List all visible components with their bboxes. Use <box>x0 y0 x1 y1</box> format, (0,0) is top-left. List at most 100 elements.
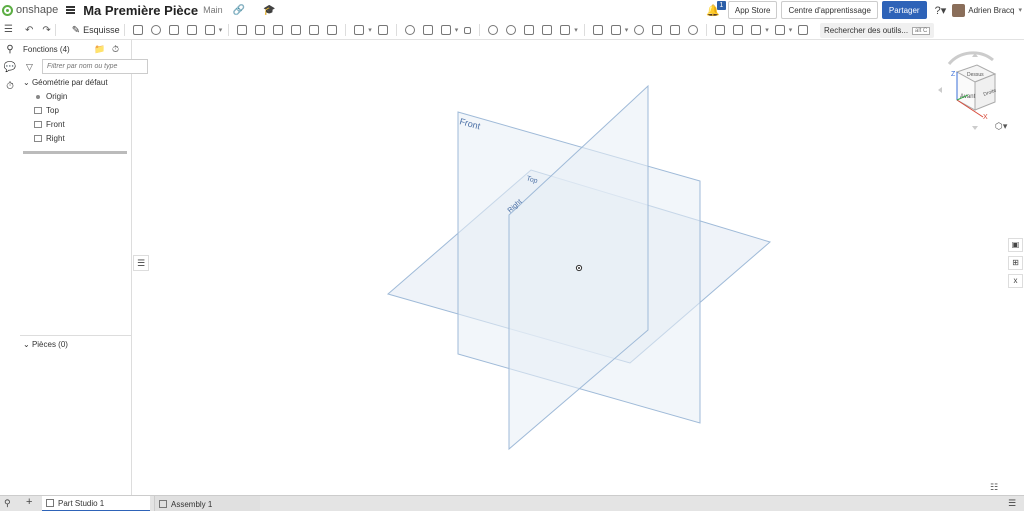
feature-list-icon[interactable]: ☰ <box>4 24 13 35</box>
chevron-down-icon[interactable]: ▾ <box>219 26 223 34</box>
draft-tool-icon[interactable] <box>273 25 284 35</box>
chevron-down-icon[interactable]: ▾ <box>368 26 372 34</box>
rotate-left-arrow-icon[interactable] <box>938 87 942 93</box>
point-tool-icon[interactable] <box>524 25 535 35</box>
user-name[interactable]: Adrien Bracq <box>968 6 1014 15</box>
sketch-label: Esquisse <box>83 25 120 35</box>
delete-part-tool-icon[interactable] <box>464 26 472 34</box>
chevron-down-icon[interactable]: ▾ <box>625 26 629 34</box>
notification-badge: 1 <box>716 0 726 10</box>
appearance-panel-icon[interactable]: ▣ <box>1008 238 1023 252</box>
wrap-tool-icon[interactable] <box>774 25 785 35</box>
filter-icon[interactable]: ▽ <box>26 62 33 73</box>
undo-icon[interactable]: ↶ <box>25 25 33 36</box>
plane-tool-icon[interactable] <box>542 25 553 35</box>
chamfer-tool-icon[interactable] <box>255 25 266 35</box>
bill-of-materials-icon[interactable]: ☷ <box>990 482 998 493</box>
learning-cap-icon[interactable]: 🎓 <box>263 5 275 16</box>
fit-spline-tool-icon[interactable] <box>506 25 517 35</box>
tree-item-label: Right <box>46 134 65 143</box>
add-custom-feature-icon[interactable] <box>798 25 809 35</box>
sheet-metal-tool-icon[interactable] <box>592 25 603 35</box>
tree-item-front[interactable]: Front <box>34 120 65 129</box>
display-tool-icon[interactable] <box>688 25 699 35</box>
toolbar-divider <box>123 24 125 36</box>
offset-surface-tool-icon[interactable] <box>733 25 744 35</box>
menu-icon[interactable] <box>66 6 76 14</box>
boolean-tool-icon[interactable] <box>404 25 415 35</box>
notifications-icon[interactable]: 🔔 1 <box>706 0 726 17</box>
tree-item-label: Top <box>46 106 59 115</box>
thicken-tool-icon[interactable] <box>204 25 215 35</box>
default-planes[interactable]: Front Top Right <box>133 40 1024 495</box>
configuration-panel-icon[interactable]: ⊞ <box>1008 256 1023 270</box>
chevron-down-icon[interactable]: ⌄ <box>23 78 30 87</box>
variable-panel-icon[interactable]: x <box>1008 274 1023 288</box>
section-tool-icon[interactable] <box>652 25 663 35</box>
tree-item-origin[interactable]: Origin <box>34 92 67 101</box>
app-store-button[interactable]: App Store <box>727 1 778 19</box>
chevron-down-icon[interactable]: ▾ <box>765 26 769 34</box>
sweep-tool-icon[interactable] <box>168 25 179 35</box>
chevron-down-icon[interactable]: ▾ <box>455 26 459 34</box>
onshape-logo[interactable]: onshape <box>2 4 58 16</box>
rotate-down-arrow-icon[interactable] <box>972 126 978 130</box>
add-folder-icon[interactable]: 📁 <box>94 44 105 55</box>
tab-search-icon[interactable]: ⚲ <box>4 498 11 509</box>
tab-label: Assembly 1 <box>171 499 213 509</box>
shell-tool-icon[interactable] <box>309 25 320 35</box>
comments-icon[interactable]: 💬 <box>3 62 17 74</box>
derived-tool-icon[interactable] <box>715 25 726 35</box>
feature-tree-toggle-icon[interactable]: ⚲ <box>3 44 17 56</box>
rib-tool-icon[interactable] <box>291 25 302 35</box>
tree-item-label: Origin <box>46 92 68 101</box>
variable-tool-icon[interactable] <box>610 25 621 35</box>
loft-tool-icon[interactable] <box>186 25 197 35</box>
sketch-button[interactable]: ✎ Esquisse <box>72 25 120 36</box>
search-tools-input[interactable]: Rechercher des outils... alt C <box>820 23 935 38</box>
redo-icon[interactable]: ↷ <box>42 25 50 36</box>
document-title[interactable]: Ma Première Pièce <box>83 3 198 18</box>
hole-tool-icon[interactable] <box>327 25 338 35</box>
chevron-down-icon[interactable]: ▾ <box>789 26 793 34</box>
fillet-tool-icon[interactable] <box>237 25 248 35</box>
help-icon[interactable]: ?▾ <box>935 4 947 17</box>
replace-face-tool-icon[interactable] <box>751 25 762 35</box>
graphics-viewport[interactable]: Front Top Right <box>133 40 1024 495</box>
learning-center-button[interactable]: Centre d'apprentissage <box>781 1 878 19</box>
helix-tool-icon[interactable] <box>488 25 499 35</box>
split-tool-icon[interactable] <box>422 25 433 35</box>
rollback-bar[interactable] <box>23 151 127 154</box>
tab-part-studio-1[interactable]: Part Studio 1 <box>42 496 150 511</box>
panel-divider[interactable] <box>20 335 132 336</box>
chevron-down-icon[interactable]: ⌄ <box>23 340 30 349</box>
chevron-down-icon[interactable]: ▾ <box>574 26 578 34</box>
feature-toolbar: ☰ ↶ ↷ ✎ Esquisse ▾ ▾ ▾ ▾ ▾ ▾ ▾ Recherche… <box>0 21 1024 40</box>
pattern-tool-icon[interactable] <box>354 25 365 35</box>
avatar[interactable] <box>952 3 966 17</box>
revolve-tool-icon[interactable] <box>150 25 161 35</box>
tab-list-icon[interactable]: ☰ <box>1008 498 1016 509</box>
parts-group[interactable]: ⌄ Pièces (0) <box>23 340 68 349</box>
branch-label[interactable]: Main <box>203 5 223 15</box>
link-icon[interactable]: 🔗 <box>233 5 245 16</box>
transform-tool-icon[interactable] <box>440 25 451 35</box>
feature-tree-panel: Fonctions (4) 📁 ⏱ ▽ ⌄ Géométrie par défa… <box>20 40 148 495</box>
toolbar-divider <box>54 24 56 36</box>
rotate-arrow-icon[interactable] <box>947 51 994 65</box>
mate-connector-tool-icon[interactable] <box>560 25 571 35</box>
rollback-timer-icon[interactable]: ⏱ <box>112 44 119 55</box>
tree-item-top[interactable]: Top <box>34 106 59 115</box>
measure-tool-icon[interactable] <box>634 25 645 35</box>
user-menu-chevron-icon[interactable]: ▾ <box>1018 6 1022 14</box>
formula-tool-icon[interactable] <box>670 25 681 35</box>
tree-item-right[interactable]: Right <box>34 134 65 143</box>
default-geometry-group[interactable]: ⌄ Géométrie par défaut <box>23 78 108 87</box>
tab-assembly-1[interactable]: Assembly 1 <box>154 496 260 511</box>
add-tab-icon[interactable]: + <box>26 496 32 508</box>
view-options-icon[interactable]: ⬡▾ <box>995 121 1007 132</box>
history-icon[interactable]: ⏱ <box>3 81 17 93</box>
share-button[interactable]: Partager <box>881 1 927 19</box>
mirror-tool-icon[interactable] <box>377 25 388 35</box>
extrude-tool-icon[interactable] <box>132 25 143 35</box>
